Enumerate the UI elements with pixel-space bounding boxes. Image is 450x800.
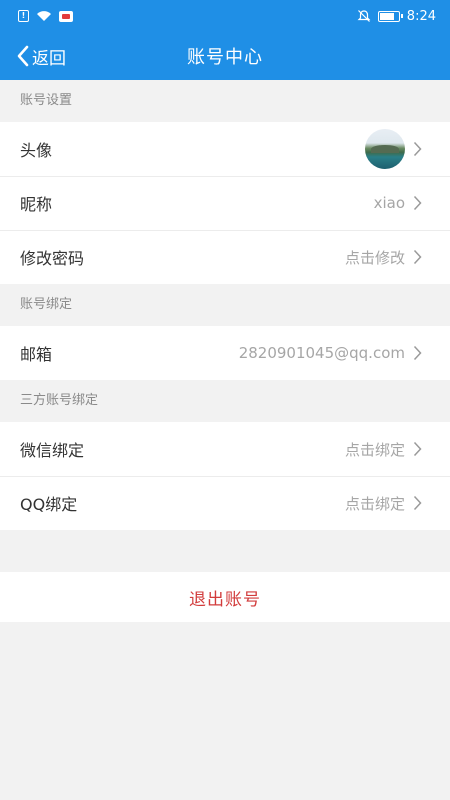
page-title: 账号中心 xyxy=(187,47,263,68)
chevron-right-icon xyxy=(413,249,422,265)
row-right-nickname: xiao xyxy=(374,194,422,212)
chevron-left-icon xyxy=(17,45,29,67)
battery-icon xyxy=(377,10,403,22)
row-label-nickname: 昵称 xyxy=(20,195,53,214)
group-account-binding: 邮箱 2820901045@qq.com xyxy=(0,326,450,380)
bell-muted-icon xyxy=(357,10,371,22)
logout-button[interactable]: 退出账号 xyxy=(0,572,450,622)
row-label-wechat: 微信绑定 xyxy=(20,441,85,460)
row-qq-binding[interactable]: QQ绑定 点击绑定 xyxy=(0,476,450,530)
back-label: 返回 xyxy=(32,48,66,69)
row-change-password[interactable]: 修改密码 点击修改 xyxy=(0,230,450,284)
chevron-right-icon xyxy=(413,141,422,157)
row-right-avatar xyxy=(365,129,422,169)
back-button[interactable]: 返回 xyxy=(16,32,66,80)
logout-label: 退出账号 xyxy=(189,589,261,610)
section-header-third-party: 三方账号绑定 xyxy=(20,393,99,408)
nav-bar: 返回 账号中心 xyxy=(0,32,450,80)
section-header-account-settings: 账号设置 xyxy=(20,93,73,108)
row-right-wechat: 点击绑定 xyxy=(345,439,422,460)
huawei-app-icon xyxy=(59,10,73,22)
row-right-change-password: 点击修改 xyxy=(345,247,422,268)
chevron-right-icon xyxy=(413,345,422,361)
change-password-hint: 点击修改 xyxy=(344,248,405,267)
status-time: 8:24 xyxy=(406,8,436,24)
group-account-settings: 头像 昵称 xiao 修改密码 点击修改 xyxy=(0,122,450,284)
row-email[interactable]: 邮箱 2820901045@qq.com xyxy=(0,326,450,380)
email-value: 2820901045@qq.com xyxy=(238,344,405,362)
status-right: 8:24 xyxy=(357,9,436,24)
row-label-email: 邮箱 xyxy=(20,345,53,364)
nickname-value: xiao xyxy=(373,194,405,212)
sim-alert-icon: ! xyxy=(18,10,29,22)
chevron-right-icon xyxy=(413,441,422,457)
avatar xyxy=(365,129,405,169)
qq-bind-hint: 点击绑定 xyxy=(344,494,405,513)
row-label-change-password: 修改密码 xyxy=(20,249,85,268)
wechat-bind-hint: 点击绑定 xyxy=(344,440,405,459)
row-right-email: 2820901045@qq.com xyxy=(239,344,422,362)
status-left: ! xyxy=(18,10,73,22)
wifi-icon xyxy=(37,11,51,21)
row-nickname[interactable]: 昵称 xiao xyxy=(0,176,450,230)
chevron-right-icon xyxy=(413,195,422,211)
row-wechat-binding[interactable]: 微信绑定 点击绑定 xyxy=(0,422,450,476)
row-avatar[interactable]: 头像 xyxy=(0,122,450,176)
row-label-avatar: 头像 xyxy=(20,141,53,160)
row-label-qq: QQ绑定 xyxy=(20,495,78,514)
section-header-account-binding: 账号绑定 xyxy=(20,297,73,312)
chevron-right-icon xyxy=(413,495,422,511)
status-bar: ! 8:24 xyxy=(0,0,450,32)
group-third-party: 微信绑定 点击绑定 QQ绑定 点击绑定 xyxy=(0,422,450,530)
row-right-qq: 点击绑定 xyxy=(345,493,422,514)
